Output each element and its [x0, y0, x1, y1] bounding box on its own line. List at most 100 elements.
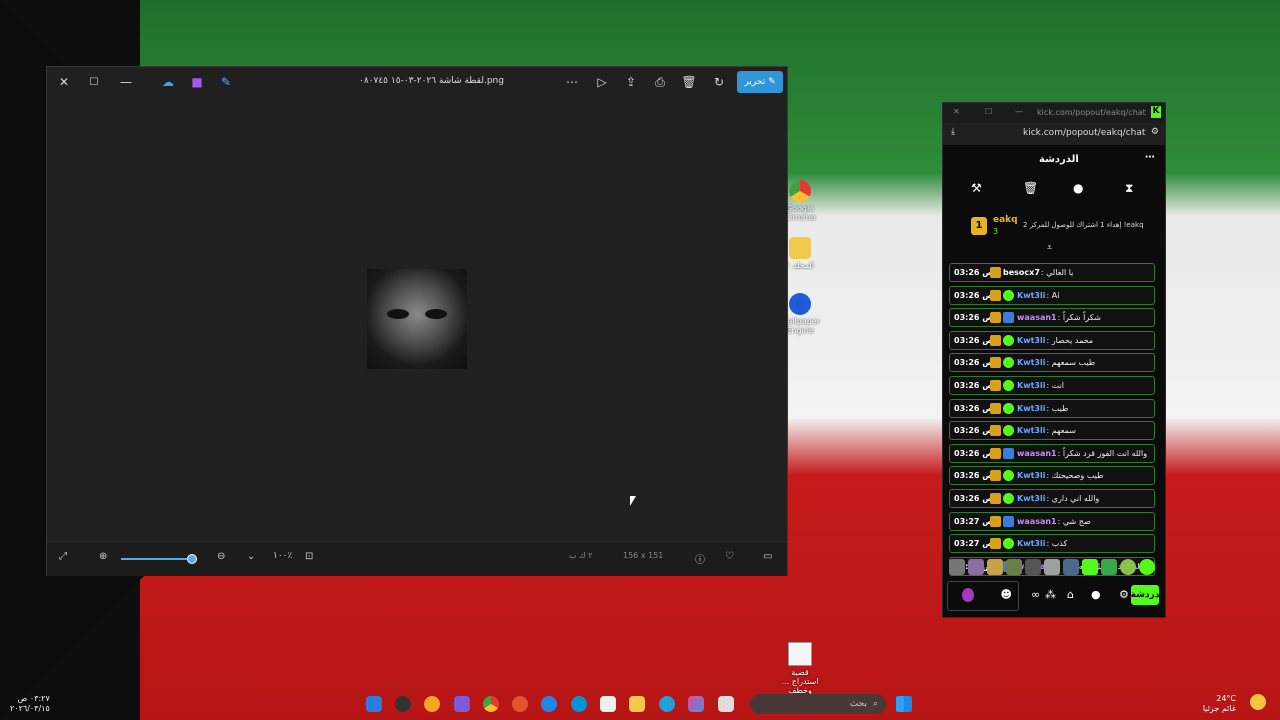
taskbar-hp-icon[interactable] — [571, 696, 587, 712]
site-settings-icon[interactable]: ⚙ — [1151, 127, 1159, 137]
taskbar-store-icon[interactable] — [600, 696, 616, 712]
wallpaper-engine-icon — [789, 293, 811, 315]
emote-icon[interactable] — [1044, 559, 1060, 575]
taskbar-help-icon[interactable] — [541, 696, 557, 712]
zoom-slider[interactable] — [121, 554, 197, 564]
edit-button[interactable]: تحرير ✎ — [737, 71, 783, 93]
zoom-level[interactable]: ١٠٠٪ — [273, 551, 292, 561]
send-chat-button[interactable]: دردشة — [1131, 585, 1159, 605]
trash-icon[interactable]: 🗑 — [1023, 181, 1038, 195]
settings-gear-icon[interactable]: ⚙ — [1119, 588, 1129, 601]
chat-mod-tools: ⚒ 🗑 ● ⧗ — [943, 175, 1165, 203]
taskbar-chrome-icon[interactable] — [483, 696, 499, 712]
message-username[interactable]: waasan1 — [1017, 313, 1057, 322]
message-text: والله اني داري — [1051, 493, 1100, 503]
taskbar-discord-icon[interactable] — [454, 696, 470, 712]
taskbar-search-box[interactable]: بحث ⌕ — [750, 694, 886, 714]
message-username[interactable]: Kwt3li — [1017, 539, 1045, 548]
maximize-icon[interactable]: ☐ — [985, 107, 992, 116]
taskbar-app-icon[interactable] — [366, 696, 382, 712]
filmstrip-icon[interactable]: ▭ — [763, 551, 772, 562]
taskbar-app-icon[interactable] — [512, 696, 528, 712]
taskbar-edge-icon[interactable] — [659, 696, 675, 712]
taskbar-app-icon[interactable] — [424, 696, 440, 712]
message-username[interactable]: Kwt3li — [1017, 404, 1045, 413]
designer-icon[interactable]: ✎ — [217, 74, 235, 90]
share-icon[interactable]: ⇪ — [622, 74, 640, 90]
subscriber-badge-icon — [1003, 515, 1014, 527]
minimize-icon[interactable]: — — [1015, 107, 1023, 116]
taskbar-clock[interactable]: ٠٣:٢٧ ص ٢٠٢٦/٠٣/١٥ — [10, 694, 50, 714]
chat-input-field[interactable]: ☻ — [947, 581, 1019, 611]
message-username[interactable]: Kwt3li — [1017, 471, 1045, 480]
emote-icon[interactable] — [1101, 559, 1117, 575]
message-username[interactable]: besocx7 — [1003, 268, 1040, 277]
emote-icon[interactable] — [1006, 559, 1022, 575]
pinned-username[interactable]: eakq — [993, 215, 1018, 225]
document-icon — [788, 642, 812, 666]
print-icon[interactable]: ⎙ — [651, 74, 669, 90]
delete-icon[interactable]: 🗑 — [680, 74, 698, 90]
favorite-heart-icon[interactable]: ♡ — [725, 551, 734, 562]
clipchamp-icon[interactable]: ■ — [188, 74, 206, 90]
slideshow-icon[interactable]: ▷ — [593, 74, 611, 90]
emote-icon[interactable] — [1082, 559, 1098, 575]
hourglass-icon[interactable]: ⧗ — [1125, 181, 1133, 196]
pinned-count: 3 — [993, 227, 999, 236]
message-text: يا الغالي — [1046, 268, 1074, 277]
emote-icon[interactable] — [968, 559, 984, 575]
emote-icon[interactable] — [949, 559, 965, 575]
verified-badge-icon — [1003, 492, 1014, 504]
fullscreen-icon[interactable]: ⤢ — [59, 551, 67, 562]
crown-badge-icon — [990, 312, 1001, 324]
url-text[interactable]: kick.com/popout/eakq/chat — [1023, 128, 1145, 138]
zoom-slider-thumb[interactable] — [187, 554, 197, 564]
chat-bubble-icon[interactable]: ● — [1091, 588, 1101, 601]
store-icon[interactable]: ⌂ — [1067, 588, 1074, 601]
emoji-icon[interactable]: ☻ — [1001, 588, 1012, 601]
download-icon[interactable]: ⤓ — [951, 127, 955, 137]
minimize-icon[interactable]: — — [117, 74, 135, 90]
info-icon[interactable]: ⓘ — [695, 551, 705, 566]
desktop-icon-document[interactable]: قضية استدراج ... وخطف — [778, 642, 822, 695]
start-windows-icon[interactable] — [896, 696, 912, 712]
message-username[interactable]: Kwt3li — [1017, 336, 1045, 345]
emote-icon[interactable] — [1120, 559, 1136, 575]
chat-message: 03:26 ص waasan1: شكراً شكراً — [949, 308, 1155, 328]
message-username[interactable]: Kwt3li — [1017, 291, 1045, 300]
emote-icon[interactable] — [1063, 559, 1079, 575]
message-username[interactable]: Kwt3li — [1017, 358, 1045, 367]
more-options-icon[interactable]: ⋯ — [563, 74, 581, 90]
emote-icon[interactable] — [987, 559, 1003, 575]
more-options-icon[interactable]: ⋯ — [1145, 152, 1155, 163]
message-username[interactable]: waasan1 — [1017, 517, 1057, 526]
message-username[interactable]: Kwt3li — [1017, 381, 1045, 390]
onedrive-icon[interactable]: ☁ — [159, 74, 177, 90]
taskbar-copilot-icon[interactable] — [688, 696, 704, 712]
fit-to-window-icon[interactable]: ⊡ — [305, 551, 313, 562]
zoom-in-icon[interactable]: ⊕ — [99, 551, 107, 562]
taskbar-file-explorer-icon[interactable] — [629, 696, 645, 712]
close-icon[interactable]: ✕ — [953, 107, 960, 116]
chat-bubble-icon[interactable]: ● — [1073, 181, 1083, 195]
taskbar-weather[interactable]: 24°C غائم جزئيا — [1203, 694, 1236, 714]
message-username[interactable]: waasan1 — [1017, 449, 1057, 458]
zoom-out-icon[interactable]: ⊖ — [217, 551, 225, 562]
close-icon[interactable]: ✕ — [55, 74, 73, 90]
message-time: 03:26 ص — [954, 448, 994, 458]
taskbar-obs-icon[interactable] — [395, 696, 411, 712]
message-username[interactable]: Kwt3li — [1017, 494, 1045, 503]
photos-titlebar: ✕ ☐ — ☁ ■ ✎ لقطة شاشة ٢٠٢٦-٠٣-١٥ ٠٨٠٧٤٥.… — [47, 67, 787, 97]
emote-icon[interactable] — [1025, 559, 1041, 575]
message-username[interactable]: Kwt3li — [1017, 426, 1045, 435]
message-time: 03:26 ص — [954, 268, 994, 277]
emote-icon[interactable] — [1139, 559, 1155, 575]
collapse-chevron-icon[interactable]: ⩡ — [1047, 243, 1052, 253]
taskbar-app-icon[interactable] — [718, 696, 734, 712]
hammer-icon[interactable]: ⚒ — [971, 181, 982, 195]
infinity-icon[interactable]: ∞ — [1031, 588, 1040, 601]
maximize-icon[interactable]: ☐ — [85, 74, 103, 90]
users-icon[interactable]: ⁂ — [1045, 588, 1056, 601]
rotate-icon[interactable]: ↻ — [710, 74, 728, 90]
zoom-dropdown-chevron-icon[interactable]: ⌄ — [247, 551, 255, 562]
